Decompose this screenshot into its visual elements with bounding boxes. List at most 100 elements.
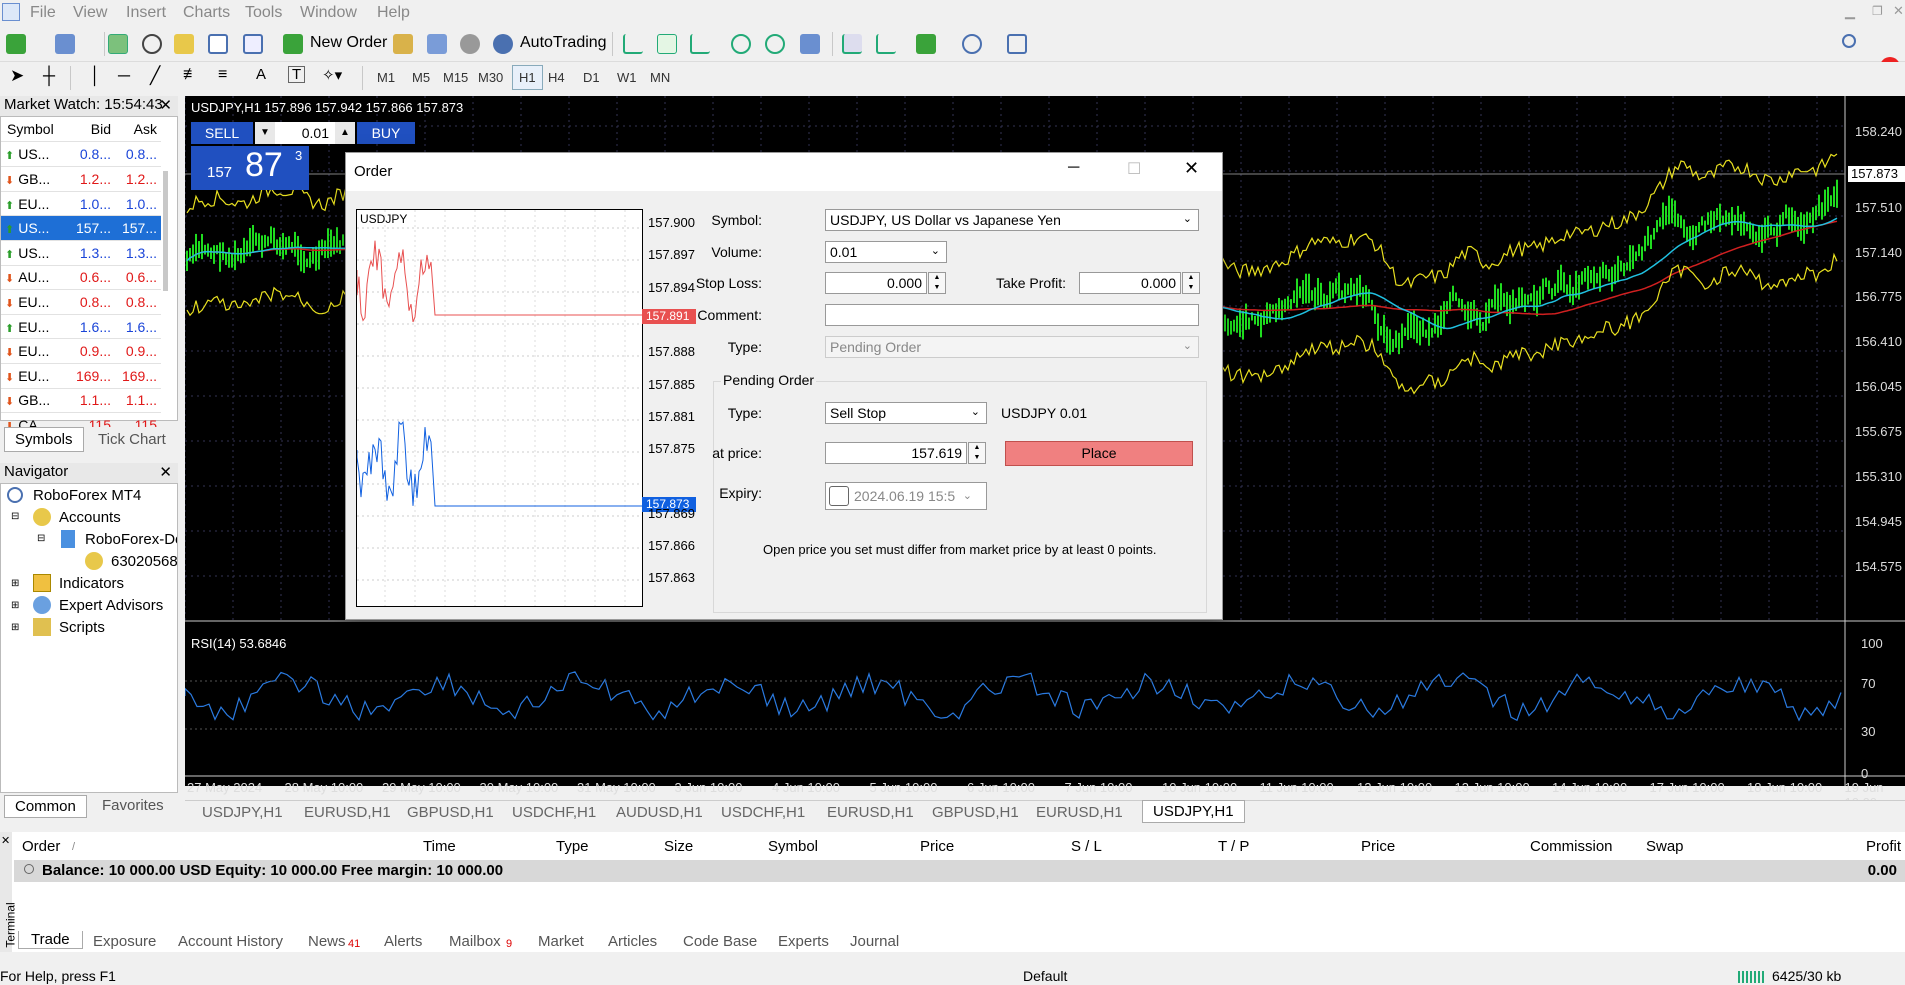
tree-accounts[interactable]: Accounts — [59, 509, 121, 526]
market-watch-row[interactable]: ⬆ EU... 1.6... 1.6... — [1, 314, 161, 340]
horizontal-line-icon[interactable]: ─ — [118, 66, 130, 86]
menu-file[interactable]: File — [30, 4, 56, 22]
market-watch-row[interactable]: ⬇ EU... 0.9... 0.9... — [1, 338, 161, 364]
volume-select[interactable]: 0.01 ⌄ — [825, 241, 947, 263]
terminal-column[interactable]: Price — [920, 838, 954, 855]
terminal-tab[interactable]: Alerts — [384, 933, 422, 950]
tab-tick-chart[interactable]: Tick Chart — [98, 431, 166, 448]
search-icon[interactable] — [1842, 34, 1856, 48]
chart-tab[interactable]: USDJPY,H1 — [1142, 800, 1245, 823]
at-price-input[interactable]: 157.619 — [825, 442, 967, 464]
col-symbol[interactable]: Symbol — [1, 117, 61, 143]
chart-tab[interactable]: EURUSD,H1 — [1036, 804, 1123, 821]
col-bid[interactable]: Bid — [61, 117, 111, 143]
chart-tab[interactable]: USDJPY,H1 — [202, 804, 283, 821]
market-watch-row[interactable]: ⬇ EU... 169... 169... — [1, 363, 161, 389]
close-icon[interactable]: ✕ — [159, 463, 172, 481]
crosshair-icon[interactable] — [142, 34, 162, 54]
market-watch-icon[interactable] — [108, 34, 128, 54]
restore-icon[interactable]: ❐ — [1872, 4, 1883, 18]
expand-icon[interactable]: ⊞ — [11, 578, 19, 589]
tree-scripts[interactable]: Scripts — [59, 619, 105, 636]
chart-tab[interactable]: AUDUSD,H1 — [616, 804, 703, 821]
place-button[interactable]: Place — [1005, 441, 1193, 466]
buy-button[interactable]: BUY — [357, 122, 415, 144]
terminal-icon[interactable] — [208, 34, 228, 54]
expiry-picker[interactable]: 2024.06.19 15:5 ⌄ — [825, 482, 987, 510]
close-icon[interactable]: ✕ — [1893, 3, 1904, 19]
tree-account[interactable]: 63020568 — [111, 553, 178, 570]
type-select[interactable]: Pending Order ⌄ — [825, 336, 1199, 358]
vertical-line-icon[interactable]: │ — [90, 66, 101, 86]
collapse-icon[interactable]: ⊟ — [37, 533, 45, 544]
market-watch-row[interactable]: ⬆ EU... 1.0... 1.0... — [1, 191, 161, 217]
lot-down-icon[interactable]: ▼ — [255, 122, 275, 144]
periods-icon[interactable] — [962, 34, 982, 54]
market-watch-row[interactable]: ⬆ US... 0.8... 0.8... — [1, 142, 161, 168]
tf-mn[interactable]: MN — [650, 70, 670, 85]
tester-icon[interactable] — [243, 34, 263, 54]
terminal-column[interactable]: / — [72, 841, 75, 853]
vps-icon[interactable] — [460, 34, 480, 54]
terminal-column[interactable]: Type — [556, 838, 589, 855]
terminal-column[interactable]: Symbol — [768, 838, 818, 855]
metaeditor-icon[interactable] — [393, 34, 413, 54]
bar-chart-icon[interactable] — [623, 34, 643, 54]
navigator-icon[interactable] — [174, 34, 194, 54]
chart-tab[interactable]: GBPUSD,H1 — [407, 804, 494, 821]
tree-root[interactable]: RoboForex MT4 — [33, 487, 141, 504]
collapse-icon[interactable]: ⊟ — [11, 511, 19, 522]
close-icon[interactable]: ✕ — [159, 96, 172, 114]
candlestick-icon[interactable] — [657, 34, 677, 54]
pending-type-select[interactable]: Sell Stop ⌄ — [825, 402, 987, 424]
tf-w1[interactable]: W1 — [617, 70, 637, 85]
tree-server[interactable]: RoboForex-De — [85, 531, 177, 548]
autoscroll-icon[interactable] — [876, 34, 896, 54]
new-order-button[interactable]: New Order — [310, 34, 387, 52]
line-chart-icon[interactable] — [690, 34, 710, 54]
takeprofit-spinner[interactable]: ▲ ▼ — [1182, 272, 1200, 294]
menu-tools[interactable]: Tools — [245, 4, 282, 22]
menu-window[interactable]: Window — [300, 4, 357, 22]
chart-tab[interactable]: GBPUSD,H1 — [932, 804, 1019, 821]
chart-tab[interactable]: USDCHF,H1 — [721, 804, 805, 821]
market-watch-row[interactable]: ⬇ GB... 1.1... 1.1... — [1, 388, 161, 414]
terminal-column[interactable]: Price — [1361, 838, 1395, 855]
expiry-checkbox[interactable] — [829, 486, 849, 506]
terminal-tab[interactable]: Experts — [778, 933, 829, 950]
lot-input[interactable]: 0.01 — [275, 122, 335, 144]
comment-input[interactable] — [825, 304, 1199, 326]
scrollbar[interactable] — [163, 171, 168, 291]
fibonacci-icon[interactable]: ≡ — [218, 66, 227, 84]
tab-favorites[interactable]: Favorites — [102, 797, 164, 814]
terminal-tab[interactable]: Market — [538, 933, 584, 950]
zoom-in-icon[interactable] — [731, 34, 751, 54]
text-label-icon[interactable]: T — [288, 66, 306, 83]
terminal-column[interactable]: T / P — [1218, 838, 1249, 855]
close-icon[interactable]: ✕ — [1184, 158, 1199, 179]
tf-h1[interactable]: H1 — [512, 65, 543, 90]
stoploss-spinner[interactable]: ▲ ▼ — [928, 272, 946, 294]
text-icon[interactable]: A — [256, 66, 266, 83]
autotrading-icon[interactable] — [493, 34, 513, 54]
chart-tab[interactable]: EURUSD,H1 — [827, 804, 914, 821]
stoploss-input[interactable]: 0.000 — [825, 272, 927, 294]
chart-shift-icon[interactable] — [842, 34, 862, 54]
templates-icon[interactable] — [1007, 34, 1027, 54]
terminal-column[interactable]: Profit — [1866, 838, 1901, 855]
terminal-column[interactable]: Commission — [1530, 838, 1613, 855]
tile-windows-icon[interactable] — [800, 34, 820, 54]
terminal-column[interactable]: Order — [22, 838, 60, 855]
tab-symbols[interactable]: Symbols — [4, 427, 84, 452]
lot-up-icon[interactable]: ▲ — [335, 122, 355, 144]
minimize-icon[interactable]: ▁ — [1845, 4, 1855, 20]
trendline-icon[interactable]: ╱ — [150, 66, 160, 86]
terminal-tab[interactable]: Account History — [178, 933, 283, 950]
shapes-icon[interactable]: ✧▾ — [322, 66, 342, 84]
menu-view[interactable]: View — [73, 4, 107, 22]
terminal-tab[interactable]: Trade — [18, 931, 83, 949]
new-chart-icon[interactable] — [6, 34, 26, 54]
zoom-out-icon[interactable] — [765, 34, 785, 54]
tf-h4[interactable]: H4 — [548, 70, 565, 85]
terminal-tab[interactable]: Exposure — [93, 933, 156, 950]
